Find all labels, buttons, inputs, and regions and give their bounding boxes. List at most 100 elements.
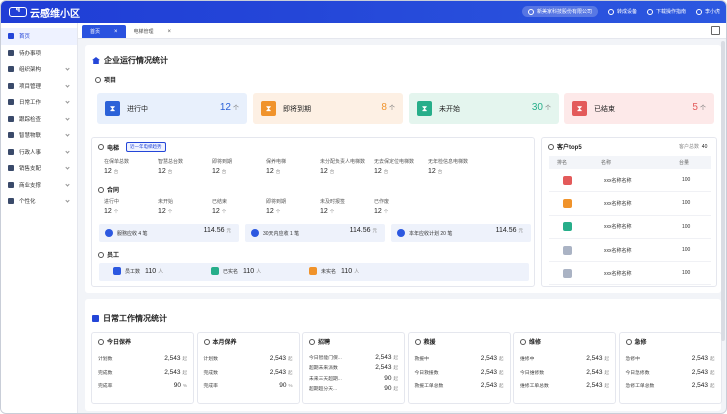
project-stat-card[interactable]: ⧗ 已结束 5 个 (564, 93, 714, 124)
circle-icon (309, 338, 315, 345)
elevator-title: 电梯 近一年电梯趋势 (98, 142, 166, 152)
staff-metric[interactable]: 员工数 110 人 (113, 267, 163, 275)
stat-label: 已结束 (594, 105, 615, 113)
top5-title: 客户top5 (548, 142, 582, 151)
elevator-metric: 无年检信息电梯数 12 台 (428, 159, 469, 175)
contract-metric: 已作废 12 个 (374, 199, 390, 215)
circle-icon (548, 143, 554, 150)
sidebar-item-9[interactable]: 商业支撑 (1, 177, 77, 194)
receivable-strip[interactable]: 30天内应收 1 笔 114.56 元 (245, 224, 385, 242)
daily-row: 计划数 2,543 起 (98, 355, 187, 363)
daily-row: 急修中 2,543 起 (625, 355, 715, 363)
project-section-title: 项目 (95, 75, 116, 84)
sidebar-item-1[interactable]: 待办事项 (1, 45, 77, 62)
daily-row: 计划数 2,543 起 (203, 355, 293, 363)
sidebar-item-10[interactable]: 个性化 (1, 193, 77, 210)
scrollbar[interactable] (721, 41, 725, 341)
sidebar-item-label: 日常工作 (19, 100, 42, 107)
sidebar-item-label: 项目管理 (19, 83, 42, 90)
contract-metric: 未及时报签 12 个 (320, 199, 346, 215)
chevron-down-icon (65, 198, 70, 203)
sidebar-item-label: 销售支配 (19, 166, 42, 173)
daily-card[interactable]: 救援 救援中 2,543 起今日救援数 2,543 起救援工单总数 2,543 起 (407, 332, 511, 404)
menu-icon (8, 49, 14, 56)
receivable-strip[interactable]: 本年应收计划 20 笔 114.56 元 (391, 224, 531, 242)
tab-bar: 首页 × 电梯管理 × (78, 23, 726, 39)
user-icon (113, 267, 121, 275)
receivable-strip[interactable]: 服務应收 4 笔 114.56 元 (99, 224, 239, 242)
sidebar-item-label: 智慧物联 (19, 133, 42, 140)
sidebar: 首页待办事项组织架构项目管理日常工作跟踪检查智慧物联行政人事销售支配商业支撑个性… (1, 23, 78, 413)
tab-home[interactable]: 首页 × (82, 25, 126, 38)
wallet-icon (397, 229, 405, 237)
contract-metric: 进行中 12 个 (104, 199, 120, 215)
chevron-down-icon (65, 66, 70, 71)
sidebar-item-label: 商业支撑 (19, 182, 42, 189)
sidebar-item-8[interactable]: 销售支配 (1, 160, 77, 177)
stat-label: 即将到期 (283, 105, 311, 113)
hourglass-icon: ⧗ (105, 101, 120, 116)
close-icon[interactable]: × (168, 29, 172, 35)
daily-card[interactable]: 急修 急修中 2,543 起今日急修数 2,543 起急修工单总数 2,543 起 (618, 332, 722, 404)
daily-row: 完成率 90% (98, 382, 187, 390)
topbar-item-device[interactable]: 转成设备 (607, 8, 637, 15)
sidebar-item-label: 首页 (19, 34, 31, 41)
sidebar-item-label: 组织架构 (19, 67, 42, 74)
circle-icon (414, 338, 421, 345)
medal-icon (563, 245, 572, 255)
sidebar-item-0[interactable]: 首页 (1, 28, 77, 45)
user-avatar-icon (695, 8, 702, 15)
daily-card[interactable]: 今日保养 计划数 2,543 起完成数 2,543 起完成率 90% (91, 332, 194, 404)
project-stat-card[interactable]: ⧗ 未开始 30 个 (409, 93, 559, 124)
medal-icon (563, 175, 572, 185)
project-stat-card[interactable]: ⧗ 进行中 12 个 (97, 93, 247, 124)
menu-icon (8, 115, 14, 122)
daily-card[interactable]: 招聘 今日智能门保... 2,543 起超期未来派数 2,543 起未来三天超期... 90… (302, 332, 405, 404)
sidebar-item-2[interactable]: 组织架构 (1, 61, 77, 78)
chevron-down-icon (65, 115, 70, 121)
company-switcher[interactable]: 新美家科技股份有限公司 (521, 6, 598, 17)
project-stat-card[interactable]: ⧗ 即将到期 8 个 (253, 93, 403, 124)
elevator-trend-badge[interactable]: 近一年电梯趋势 (126, 142, 166, 152)
staff-metric[interactable]: 未实名 110 人 (309, 267, 359, 275)
table-row[interactable]: xxx名称名称 100 (549, 216, 711, 239)
sidebar-item-4[interactable]: 日常工作 (1, 94, 77, 111)
daily-card[interactable]: 维修 维修中 2,543 起今日维修数 2,543 起维修工单总数 2,543 起 (513, 332, 616, 404)
staff-metric[interactable]: 已实名 110 人 (211, 267, 261, 275)
tab-home-icon[interactable] (711, 26, 720, 35)
medal-icon (563, 268, 572, 278)
app-logo[interactable]: ꟼ 云感维小区 (9, 5, 80, 20)
elevator-metric: 无去保定位电梯数 12 台 (374, 159, 415, 175)
circle-icon (98, 144, 104, 150)
chevron-down-icon (65, 148, 70, 154)
sidebar-item-3[interactable]: 项目管理 (1, 78, 77, 95)
close-icon[interactable]: × (114, 29, 118, 35)
tab-elevator[interactable]: 电梯管理 × (126, 25, 180, 38)
chevron-down-icon (65, 132, 70, 137)
user-menu[interactable]: 李小虎 (695, 8, 720, 15)
daily-row: 完成数 2,543 起 (203, 368, 293, 376)
device-icon (607, 8, 614, 15)
stat-value: 5个 (692, 102, 706, 113)
table-row[interactable]: xxx名称名称 100 (549, 169, 711, 193)
sidebar-item-7[interactable]: 行政人事 (1, 144, 77, 161)
daily-card[interactable]: 本月保养 计划数 2,543 起完成数 2,543 起完成率 90% (196, 332, 300, 404)
daily-row: 超期未来派数 2,543 起 (309, 364, 398, 372)
sidebar-item-5[interactable]: 跟踪检查 (1, 111, 77, 128)
elevator-metric: 在保单总数 12 台 (104, 159, 130, 175)
contract-title: 合同 (98, 185, 119, 194)
table-row[interactable]: xxx名称名称 100 (549, 192, 711, 216)
menu-icon (8, 82, 14, 89)
topbar-item-guide[interactable]: 下载操作指南 (646, 8, 686, 15)
menu-icon (8, 66, 14, 73)
circle-icon (625, 338, 632, 345)
menu-icon (8, 33, 14, 40)
medal-icon (563, 198, 572, 208)
table-row[interactable]: xxx名称名称 100 (549, 239, 711, 263)
contract-metric: 即将到期 12 个 (266, 199, 287, 215)
sidebar-item-6[interactable]: 智慧物联 (1, 127, 77, 144)
table-row[interactable]: xxx名称名称 100 (549, 262, 711, 286)
chevron-down-icon (65, 99, 70, 104)
circle-icon (95, 76, 101, 83)
stat-value: 30 个 (531, 102, 551, 113)
